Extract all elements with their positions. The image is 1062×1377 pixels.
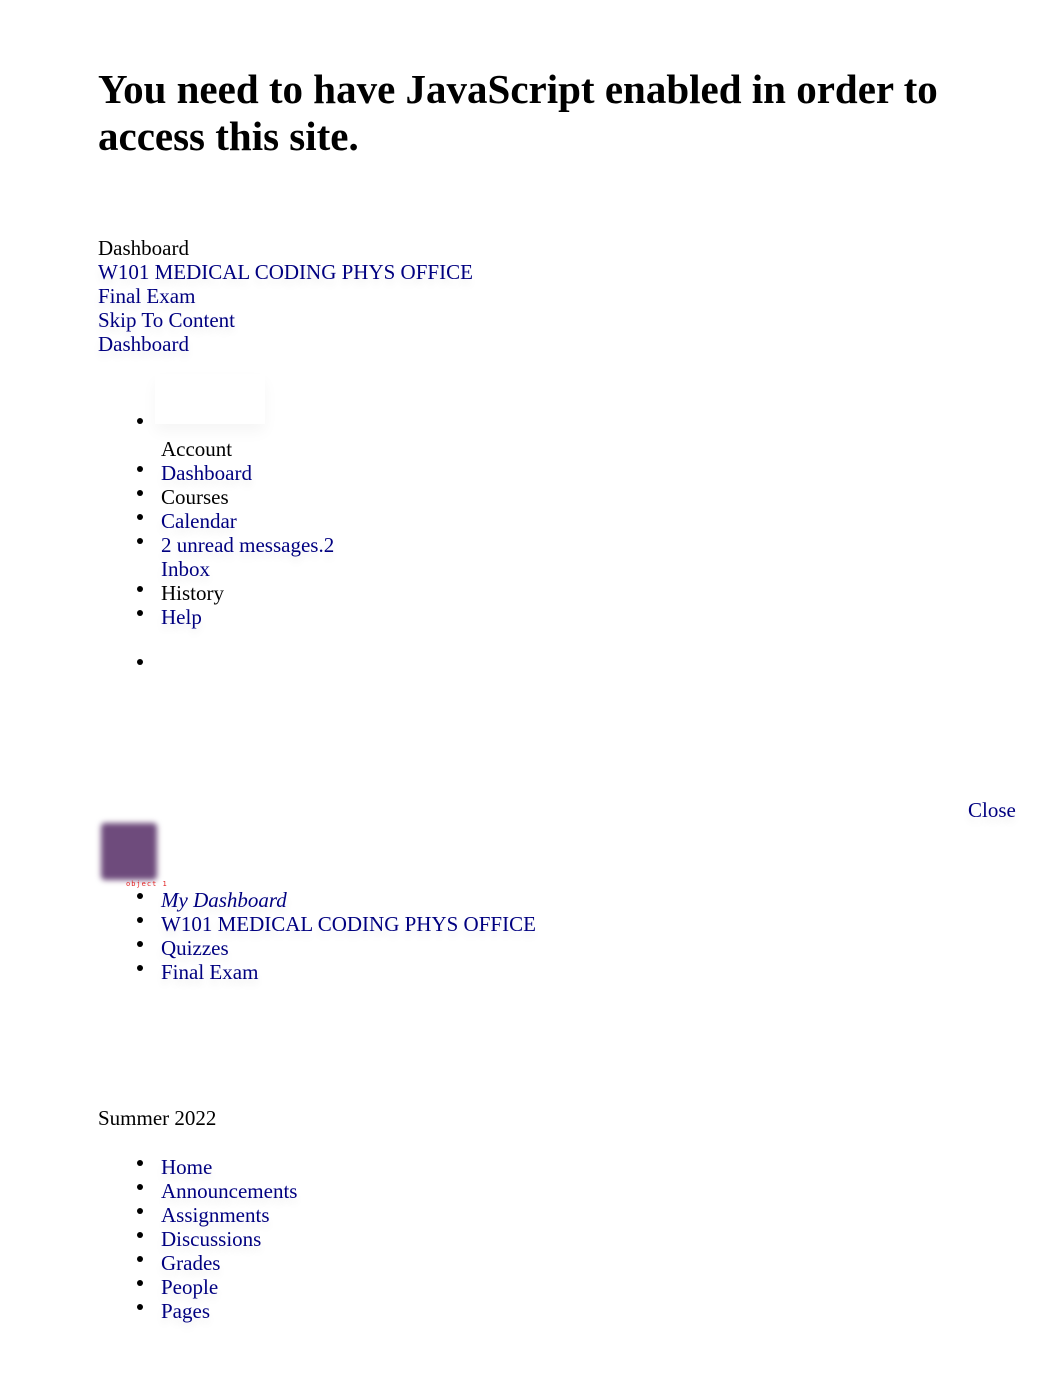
dashboard-logo-link[interactable]: Dashboard — [98, 332, 189, 356]
course-nav-item[interactable]: Pages — [134, 1299, 297, 1323]
breadcrumb-item[interactable]: My Dashboard — [134, 888, 536, 912]
breadcrumb-my-dashboard-label: My Dashboard — [161, 888, 287, 912]
global-nav-dashboard[interactable]: Dashboard — [134, 461, 334, 485]
global-nav-help-link[interactable]: Help — [161, 605, 202, 629]
global-nav-account[interactable]: Account — [134, 413, 334, 461]
course-nav: Home Announcements Assignments Discussio… — [134, 1155, 297, 1323]
global-nav-account-label[interactable]: Account — [161, 437, 232, 461]
skip-to-content-link[interactable]: Skip To Content — [98, 308, 235, 332]
course-nav-item[interactable]: Home — [134, 1155, 297, 1179]
global-nav-inbox-link[interactable]: 2 unread messages.2 Inbox — [161, 533, 334, 581]
breadcrumb-item[interactable]: Final Exam — [134, 960, 536, 984]
global-nav-inbox[interactable]: 2 unread messages.2 Inbox — [134, 533, 334, 581]
unread-messages-badge: 2 unread messages.2 — [161, 533, 335, 557]
final-exam-link[interactable]: Final Exam — [98, 284, 195, 308]
header-title: Dashboard — [98, 236, 189, 260]
object-label: object 1 — [126, 880, 168, 888]
avatar[interactable] — [101, 823, 157, 880]
course-nav-people[interactable]: People — [161, 1275, 218, 1299]
global-nav-courses[interactable]: Courses — [134, 485, 334, 509]
header-breadcrumb: Dashboard W101 MEDICAL CODING PHYS OFFIC… — [98, 236, 473, 356]
course-nav-discussions[interactable]: Discussions — [161, 1227, 261, 1251]
global-nav-calendar[interactable]: Calendar — [134, 509, 334, 533]
global-nav-dashboard-link[interactable]: Dashboard — [161, 461, 252, 485]
breadcrumb-final-exam[interactable]: Final Exam — [161, 960, 258, 984]
course-nav-item[interactable]: People — [134, 1275, 297, 1299]
global-nav-history-label[interactable]: History — [161, 581, 224, 605]
course-nav-grades[interactable]: Grades — [161, 1251, 220, 1275]
breadcrumb-item[interactable]: Quizzes — [134, 936, 536, 960]
breadcrumb-course[interactable]: W101 MEDICAL CODING PHYS OFFICE — [161, 912, 536, 936]
noscript-message: You need to have JavaScript enabled in o… — [98, 66, 938, 159]
breadcrumb-item[interactable]: W101 MEDICAL CODING PHYS OFFICE — [134, 912, 536, 936]
global-nav-history[interactable]: History — [134, 581, 334, 605]
course-nav-pages[interactable]: Pages — [161, 1299, 210, 1323]
course-nav-item[interactable]: Assignments — [134, 1203, 297, 1227]
course-term: Summer 2022 — [98, 1106, 217, 1130]
global-nav: Account Dashboard Courses Calendar 2 unr… — [134, 413, 334, 629]
global-nav-calendar-link[interactable]: Calendar — [161, 509, 237, 533]
course-breadcrumb: My Dashboard W101 MEDICAL CODING PHYS OF… — [134, 888, 536, 984]
course-link[interactable]: W101 MEDICAL CODING PHYS OFFICE — [98, 260, 473, 284]
breadcrumb-my-dashboard[interactable]: My Dashboard — [161, 888, 287, 912]
course-nav-home[interactable]: Home — [161, 1155, 212, 1179]
course-nav-assignments[interactable]: Assignments — [161, 1203, 270, 1227]
breadcrumb-quizzes[interactable]: Quizzes — [161, 936, 229, 960]
course-nav-announcements[interactable]: Announcements — [161, 1179, 297, 1203]
global-nav-help[interactable]: Help — [134, 605, 334, 629]
global-nav-courses-label[interactable]: Courses — [161, 485, 229, 509]
course-nav-item[interactable]: Announcements — [134, 1179, 297, 1203]
inbox-label: Inbox — [161, 557, 210, 581]
course-nav-item[interactable]: Discussions — [134, 1227, 297, 1251]
close-button[interactable]: Close — [968, 798, 1016, 823]
course-nav-item[interactable]: Grades — [134, 1251, 297, 1275]
